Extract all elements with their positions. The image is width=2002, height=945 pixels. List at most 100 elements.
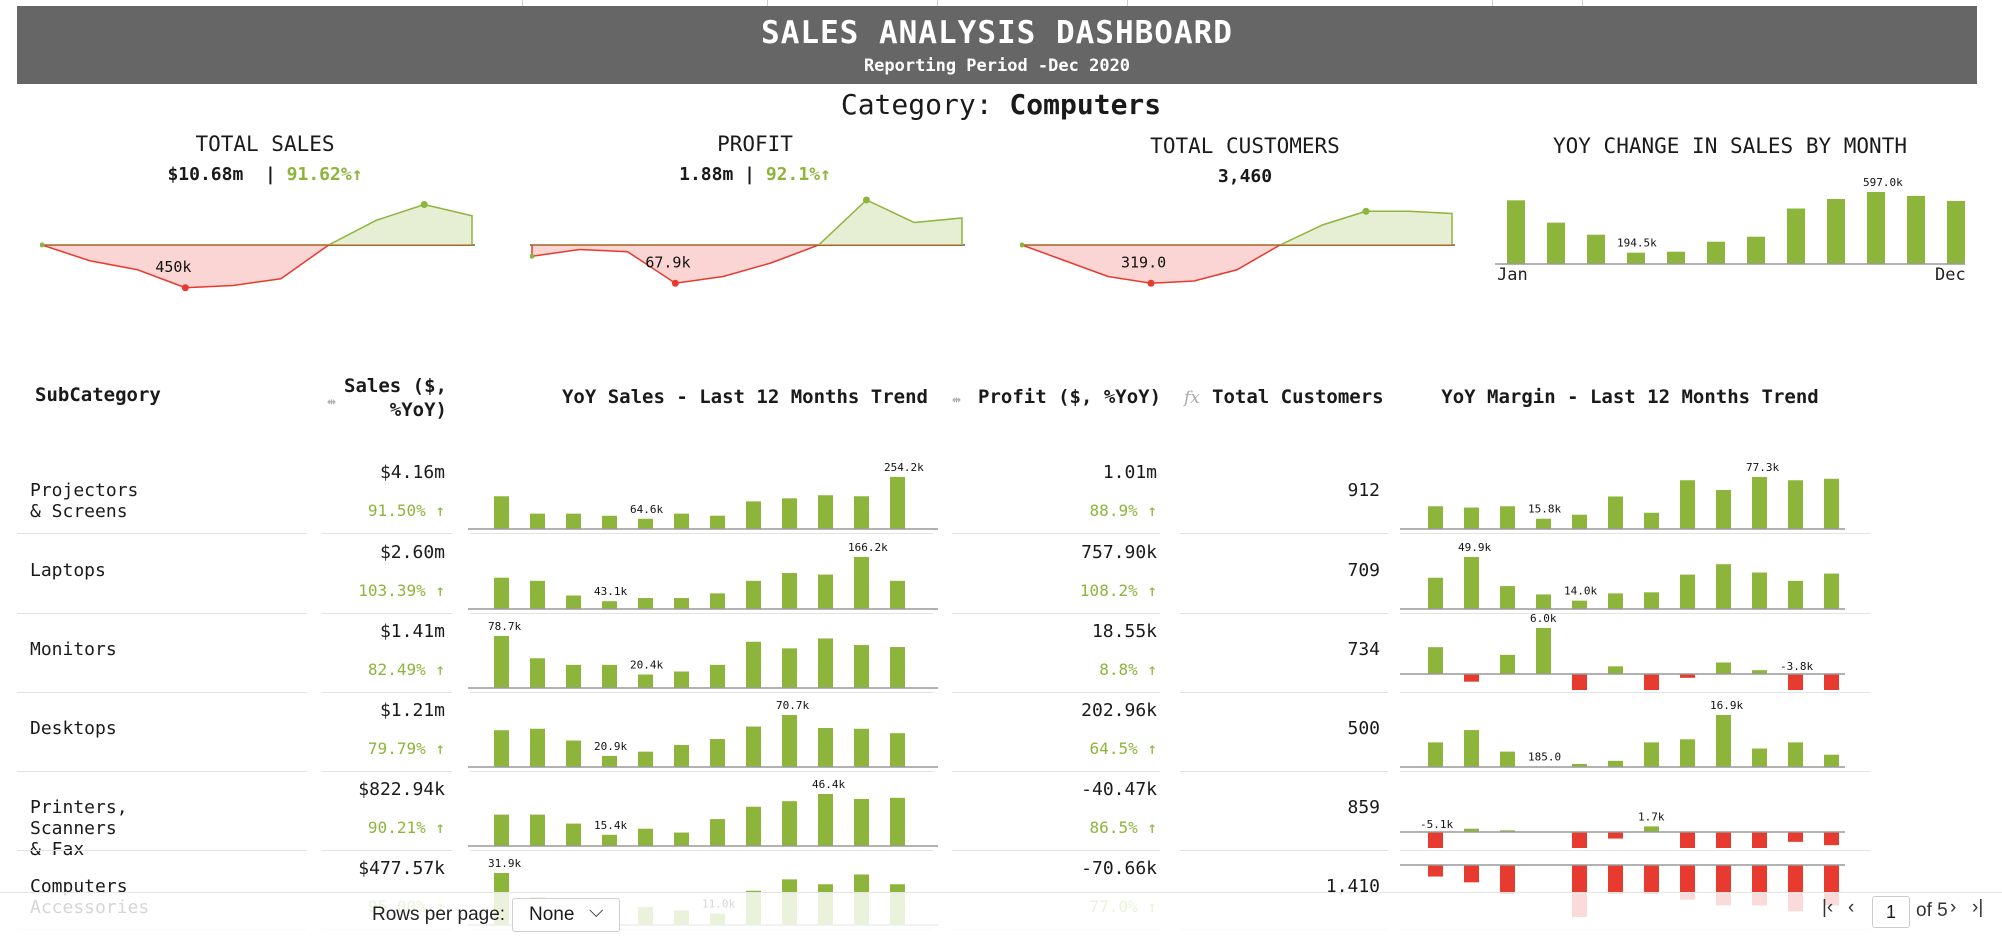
yoy-start-label: Jan: [1497, 265, 1528, 285]
row-profit: 202.96k: [1081, 700, 1157, 721]
column-toggle-icon[interactable]: ⇹: [327, 392, 336, 410]
kpi-value: 3,460: [1217, 166, 1273, 187]
rows-per-page-select[interactable]: None ⌵: [512, 898, 620, 932]
margin-trend-bar: [1644, 512, 1659, 529]
row-customers: 734: [1347, 639, 1380, 660]
row-margin-trend-chart: 49.9k 14.0k: [1400, 541, 1845, 610]
margin-trend-bar: [1500, 751, 1515, 767]
sales-trend-bar: [746, 641, 761, 688]
margin-trend-bar: [1536, 628, 1551, 674]
sales-sparkline: 450k: [40, 201, 475, 292]
first-page-icon[interactable]: |‹: [1822, 897, 1833, 919]
sales-trend-max-label: 166.2k: [848, 541, 888, 554]
row-profit: -40.47k: [1081, 779, 1157, 800]
header-margin-trend[interactable]: YoY Margin - Last 12 Months Trend: [1400, 386, 1860, 408]
dashboard-title: SALES ANALYSIS DASHBOARD: [761, 15, 1233, 51]
previous-page-icon[interactable]: ‹: [1848, 897, 1854, 919]
margin-trend-bar: [1572, 514, 1587, 529]
row-customers: 709: [1347, 560, 1380, 581]
row-sales-trend-chart: 254.2k 64.6k: [468, 461, 938, 530]
sales-trend-bar: [710, 819, 725, 846]
sales-low-label: 450k: [155, 258, 191, 276]
margin-trend-bar: [1824, 573, 1839, 609]
sales-trend-bar: [782, 715, 797, 767]
yoy-month-bar: [1667, 251, 1685, 264]
pct-value: 64.5%: [1089, 739, 1138, 758]
margin-trend-bar: [1464, 557, 1479, 609]
yoy-month-bar: [1747, 236, 1765, 264]
row-separator: [322, 692, 452, 693]
row-sales: $4.16m: [379, 462, 445, 483]
up-arrow-icon: ↑: [1147, 581, 1157, 600]
sales-trend-bar: [566, 823, 581, 846]
margin-trend-bar: [1428, 742, 1443, 767]
row-sales: $822.94k: [358, 779, 445, 800]
margin-trend-bar: [1716, 832, 1731, 848]
header-profit[interactable]: Profit ($, %YoY): [978, 386, 1161, 408]
row-separator: [1400, 533, 1870, 534]
sales-trend-min-label: 43.1k: [594, 585, 627, 598]
sales-trend-bar: [782, 573, 797, 609]
margin-trend-bar: [1752, 477, 1767, 529]
sales-trend-bar: [674, 671, 689, 688]
up-arrow-icon: ↑: [820, 164, 831, 185]
sales-trend-bar: [782, 498, 797, 529]
margin-trend-bar: [1680, 832, 1695, 848]
sales-trend-min-label: 15.4k: [594, 819, 627, 832]
header-sales-line2: %YoY): [389, 399, 447, 421]
margin-trend-max-label: 1.7k: [1638, 810, 1665, 823]
sparkline-max-point: [1362, 207, 1370, 215]
row-separator: [1180, 533, 1388, 534]
margin-trend-bar: [1644, 592, 1659, 609]
header-sales-trend[interactable]: YoY Sales - Last 12 Months Trend: [470, 386, 928, 408]
sales-trend-bar: [602, 834, 617, 846]
margin-trend-bar: [1572, 674, 1587, 690]
up-arrow-icon: ↑: [351, 164, 363, 185]
sales-trend-bar: [638, 518, 653, 529]
sales-trend-bar: [602, 601, 617, 609]
sales-trend-bar: [710, 739, 725, 767]
kpi-title: TOTAL SALES: [195, 132, 335, 156]
yoy-peak-label: 597.0k: [1863, 176, 1903, 189]
row-separator: [17, 692, 307, 693]
pct-value: 108.2%: [1079, 581, 1138, 600]
margin-trend-bar: [1464, 674, 1479, 682]
sales-trend-bar: [530, 728, 545, 767]
header-sales[interactable]: Sales ($, %YoY): [322, 374, 447, 422]
row-profit-pct: 88.9% ↑: [1000, 501, 1157, 520]
header-customers[interactable]: Total Customers: [1212, 386, 1384, 408]
column-toggle-icon[interactable]: ⇹: [952, 390, 961, 408]
sales-trend-bar: [602, 755, 617, 767]
margin-trend-bar: [1644, 826, 1659, 832]
next-page-icon[interactable]: ›: [1950, 897, 1956, 919]
sales-trend-bar: [710, 664, 725, 688]
page-number-input[interactable]: 1: [1872, 896, 1910, 928]
up-arrow-icon: ↑: [435, 501, 445, 520]
row-separator: [952, 771, 1160, 772]
kpi-value: 1.88m: [679, 164, 734, 185]
kpi-title: TOTAL CUSTOMERS: [1150, 134, 1340, 158]
yoy-month-bar: [1827, 198, 1845, 264]
up-arrow-icon: ↑: [435, 581, 445, 600]
last-page-icon[interactable]: ›|: [1972, 897, 1983, 919]
up-arrow-icon: ↑: [1147, 501, 1157, 520]
margin-trend-bar: [1752, 748, 1767, 767]
yoy-month-bar: [1507, 200, 1525, 264]
margin-trend-bar: [1464, 730, 1479, 767]
sales-trend-bar: [890, 477, 905, 529]
category-value: Computers: [1009, 88, 1162, 121]
row-separator: [17, 771, 307, 772]
margin-trend-bar: [1752, 832, 1767, 848]
header-subcategory[interactable]: SubCategory: [35, 384, 161, 406]
sales-trend-bar: [638, 674, 653, 688]
sales-trend-bar: [818, 728, 833, 767]
row-sales: $1.21m: [379, 700, 445, 721]
function-icon[interactable]: fx: [1184, 388, 1200, 408]
margin-trend-min-label: 15.8k: [1528, 503, 1561, 516]
row-profit-pct: 64.5% ↑: [1000, 739, 1157, 758]
kpi-yoy-by-month: YOY CHANGE IN SALES BY MONTH: [1510, 134, 1950, 158]
margin-trend-bar: [1752, 572, 1767, 609]
margin-trend-bar: [1608, 496, 1623, 529]
sales-trend-bar: [530, 814, 545, 846]
row-margin-trend-chart: 77.3k 15.8k: [1400, 461, 1845, 530]
